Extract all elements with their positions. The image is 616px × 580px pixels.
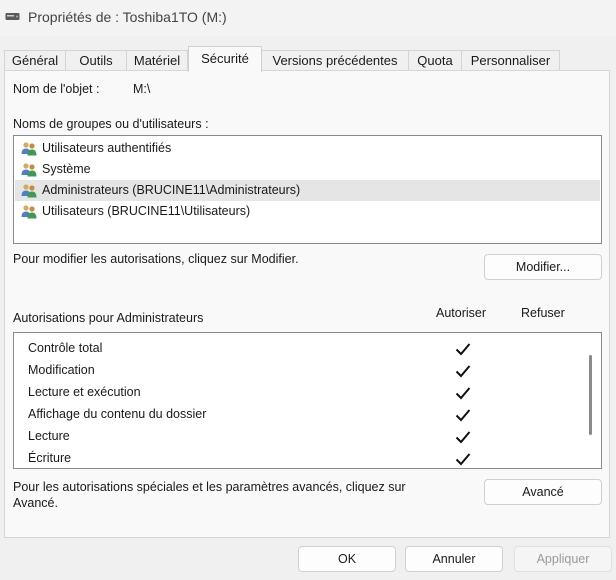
advanced-button[interactable]: Avancé: [484, 479, 602, 505]
group-name: Utilisateurs authentifiés: [42, 141, 172, 155]
groups-label: Noms de groupes ou d'utilisateurs :: [13, 117, 209, 131]
window-title: Propriétés de : Toshiba1TO (M:): [28, 9, 227, 25]
tab-quota[interactable]: Quota: [408, 50, 462, 71]
tab-securite[interactable]: Sécurité: [188, 46, 262, 72]
group-name: Système: [42, 162, 91, 176]
tab-outils[interactable]: Outils: [65, 50, 127, 71]
group-name: Utilisateurs (BRUCINE11\Utilisateurs): [42, 204, 251, 218]
groups-listbox[interactable]: Utilisateurs authentifiés Système Admini…: [13, 135, 602, 244]
title-bar: Propriétés de : Toshiba1TO (M:): [0, 0, 616, 36]
users-icon: [21, 163, 37, 177]
users-icon: [21, 184, 37, 198]
ok-button[interactable]: OK: [298, 546, 396, 572]
checkmark-icon[interactable]: [455, 342, 471, 356]
tab-versions-precedentes[interactable]: Versions précédentes: [261, 50, 409, 71]
scrollbar-thumb[interactable]: [589, 355, 592, 435]
drive-icon: [5, 13, 20, 20]
permission-name: Affichage du contenu du dossier: [28, 407, 207, 421]
checkmark-icon[interactable]: [455, 452, 471, 466]
permission-row: Écriture: [14, 447, 574, 468]
permission-name: Écriture: [28, 451, 72, 465]
tab-materiel[interactable]: Matériel: [126, 50, 188, 71]
users-icon: [21, 205, 37, 219]
permission-name: Lecture et exécution: [28, 385, 141, 399]
list-item[interactable]: Utilisateurs (BRUCINE11\Utilisateurs): [15, 201, 600, 222]
allow-column-header: Autoriser: [436, 306, 487, 320]
permission-row: Contrôle total: [14, 337, 574, 359]
permission-row: Lecture: [14, 425, 574, 447]
permissions-label: Autorisations pour Administrateurs: [13, 311, 204, 325]
object-name-label: Nom de l'objet :: [13, 82, 100, 96]
apply-button[interactable]: Appliquer: [514, 546, 612, 572]
users-icon: [21, 142, 37, 156]
list-item[interactable]: Système: [15, 159, 600, 180]
checkmark-icon[interactable]: [455, 408, 471, 422]
permission-row: Affichage du contenu du dossier: [14, 403, 574, 425]
modify-button[interactable]: Modifier...: [484, 254, 602, 280]
permission-row: Lecture et exécution: [14, 381, 574, 403]
object-name-value: M:\: [133, 82, 151, 96]
tab-general[interactable]: Général: [4, 50, 66, 71]
security-panel: Nom de l'objet : M:\ Noms de groupes ou …: [4, 70, 610, 538]
modify-hint: Pour modifier les autorisations, cliquez…: [13, 252, 299, 266]
permission-row: Modification: [14, 359, 574, 381]
list-item[interactable]: Utilisateurs authentifiés: [15, 138, 600, 159]
permissions-list[interactable]: Contrôle total Modification Lecture et e…: [13, 332, 602, 469]
checkmark-icon[interactable]: [455, 430, 471, 444]
permission-name: Modification: [28, 363, 95, 377]
advanced-hint-line1: Pour les autorisations spéciales et les …: [13, 480, 406, 494]
advanced-hint-line2: Avancé.: [13, 496, 58, 510]
deny-column-header: Refuser: [521, 306, 565, 320]
permission-name: Lecture: [28, 429, 70, 443]
tab-personnaliser[interactable]: Personnaliser: [461, 50, 560, 71]
permission-name: Contrôle total: [28, 341, 103, 355]
checkmark-icon[interactable]: [455, 386, 471, 400]
list-item[interactable]: Administrateurs (BRUCINE11\Administrateu…: [15, 180, 600, 201]
cancel-button[interactable]: Annuler: [405, 546, 503, 572]
group-name: Administrateurs (BRUCINE11\Administrateu…: [42, 183, 301, 197]
checkmark-icon[interactable]: [455, 364, 471, 378]
